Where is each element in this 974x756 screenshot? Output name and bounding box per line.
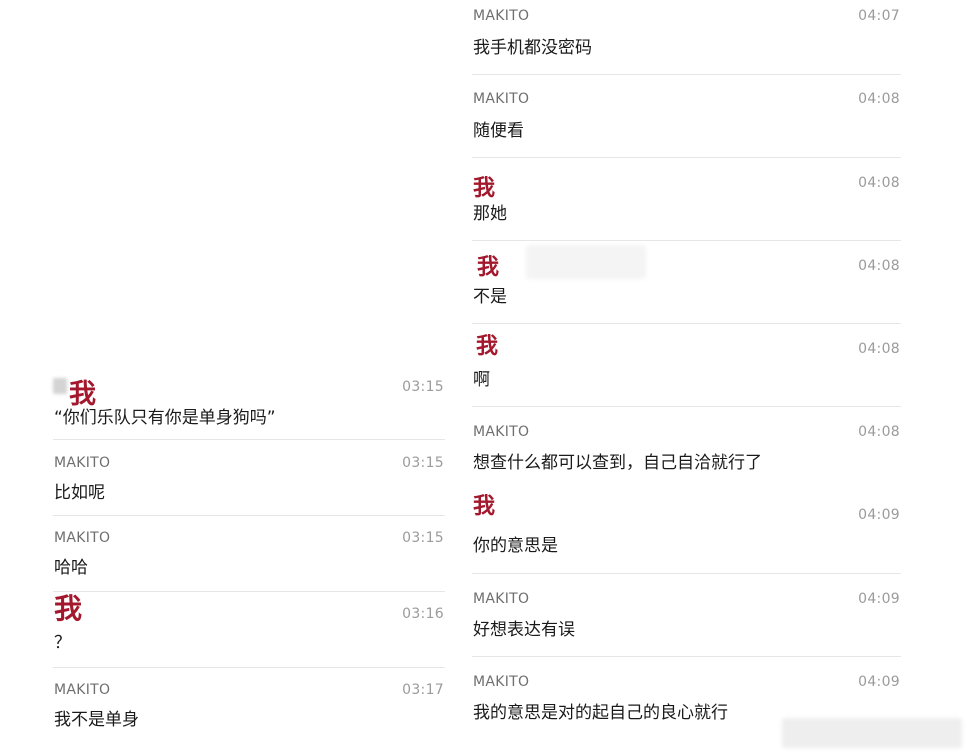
message-time: 04:08 [858,341,900,357]
message-item[interactable]: 我 04:08 不是 [472,241,901,324]
message-text: 不是 [473,287,507,307]
sender-name: MAKITO [54,682,111,698]
sender-name: MAKITO [473,591,530,607]
message-item[interactable]: 我 04:08 那她 [472,158,901,241]
message-item[interactable]: MAKITO 03:15 比如呢 [53,440,445,516]
sender-name: 我 [473,494,496,519]
message-time: 04:08 [858,91,900,107]
sender-name: 我 [473,176,496,201]
message-time: 04:09 [858,674,900,690]
message-item[interactable]: 我 04:09 你的意思是 [472,490,901,574]
message-time: 03:15 [402,379,444,395]
message-time: 03:17 [402,682,444,698]
message-text: 我不是单身 [54,710,139,730]
message-item[interactable]: 我 03:16 ？ [53,592,445,668]
message-text: “你们乐队只有你是单身狗吗” [54,408,276,428]
chat-screenshot: 我 03:15 “你们乐队只有你是单身狗吗” MAKITO 03:15 比如呢 … [0,0,974,756]
avatar [53,378,67,394]
message-text: 那她 [473,204,507,224]
message-item[interactable]: MAKITO 04:08 随便看 [472,75,901,158]
message-item[interactable]: MAKITO 04:07 我手机都没密码 [472,0,901,75]
sender-name: 我 [476,334,499,359]
sender-name: MAKITO [54,455,111,471]
message-text: 比如呢 [54,483,105,503]
message-time: 04:08 [858,424,900,440]
sender-name: MAKITO [473,91,530,107]
redacted-area [526,245,646,279]
message-time: 04:09 [858,507,900,523]
message-text: 随便看 [473,121,524,141]
message-time: 03:15 [402,530,444,546]
sender-name: MAKITO [473,674,530,690]
message-item[interactable]: MAKITO 04:09 好想表达有误 [472,574,901,657]
message-time: 03:15 [402,455,444,471]
message-item[interactable]: 我 04:08 啊 [472,324,901,407]
message-time: 04:08 [858,175,900,191]
message-time: 04:07 [858,8,900,24]
message-text: 我手机都没密码 [473,38,592,58]
watermark [782,718,962,748]
sender-name: 我 [54,592,83,625]
message-item[interactable]: MAKITO 04:08 想查什么都可以查到，自己自洽就行了 [472,407,901,490]
message-text: 我的意思是对的起自己的良心就行 [473,703,728,723]
message-time: 04:09 [858,591,900,607]
message-text: 好想表达有误 [473,620,575,640]
message-item[interactable]: 我 03:15 “你们乐队只有你是单身狗吗” [53,368,445,440]
message-text: 想查什么都可以查到，自己自洽就行了 [473,453,762,473]
message-item[interactable]: MAKITO 03:15 哈哈 [53,516,445,592]
message-time: 04:08 [858,258,900,274]
message-item[interactable]: MAKITO 03:17 我不是单身 [53,668,445,748]
message-time: 03:16 [402,606,444,622]
sender-name: MAKITO [54,530,111,546]
message-text: ？ [54,633,71,653]
message-text: 啊 [473,370,490,390]
sender-name: 我 [477,255,500,280]
message-text: 你的意思是 [473,536,558,556]
sender-name: MAKITO [473,8,530,24]
sender-name: MAKITO [473,424,530,440]
message-text: 哈哈 [54,558,88,578]
